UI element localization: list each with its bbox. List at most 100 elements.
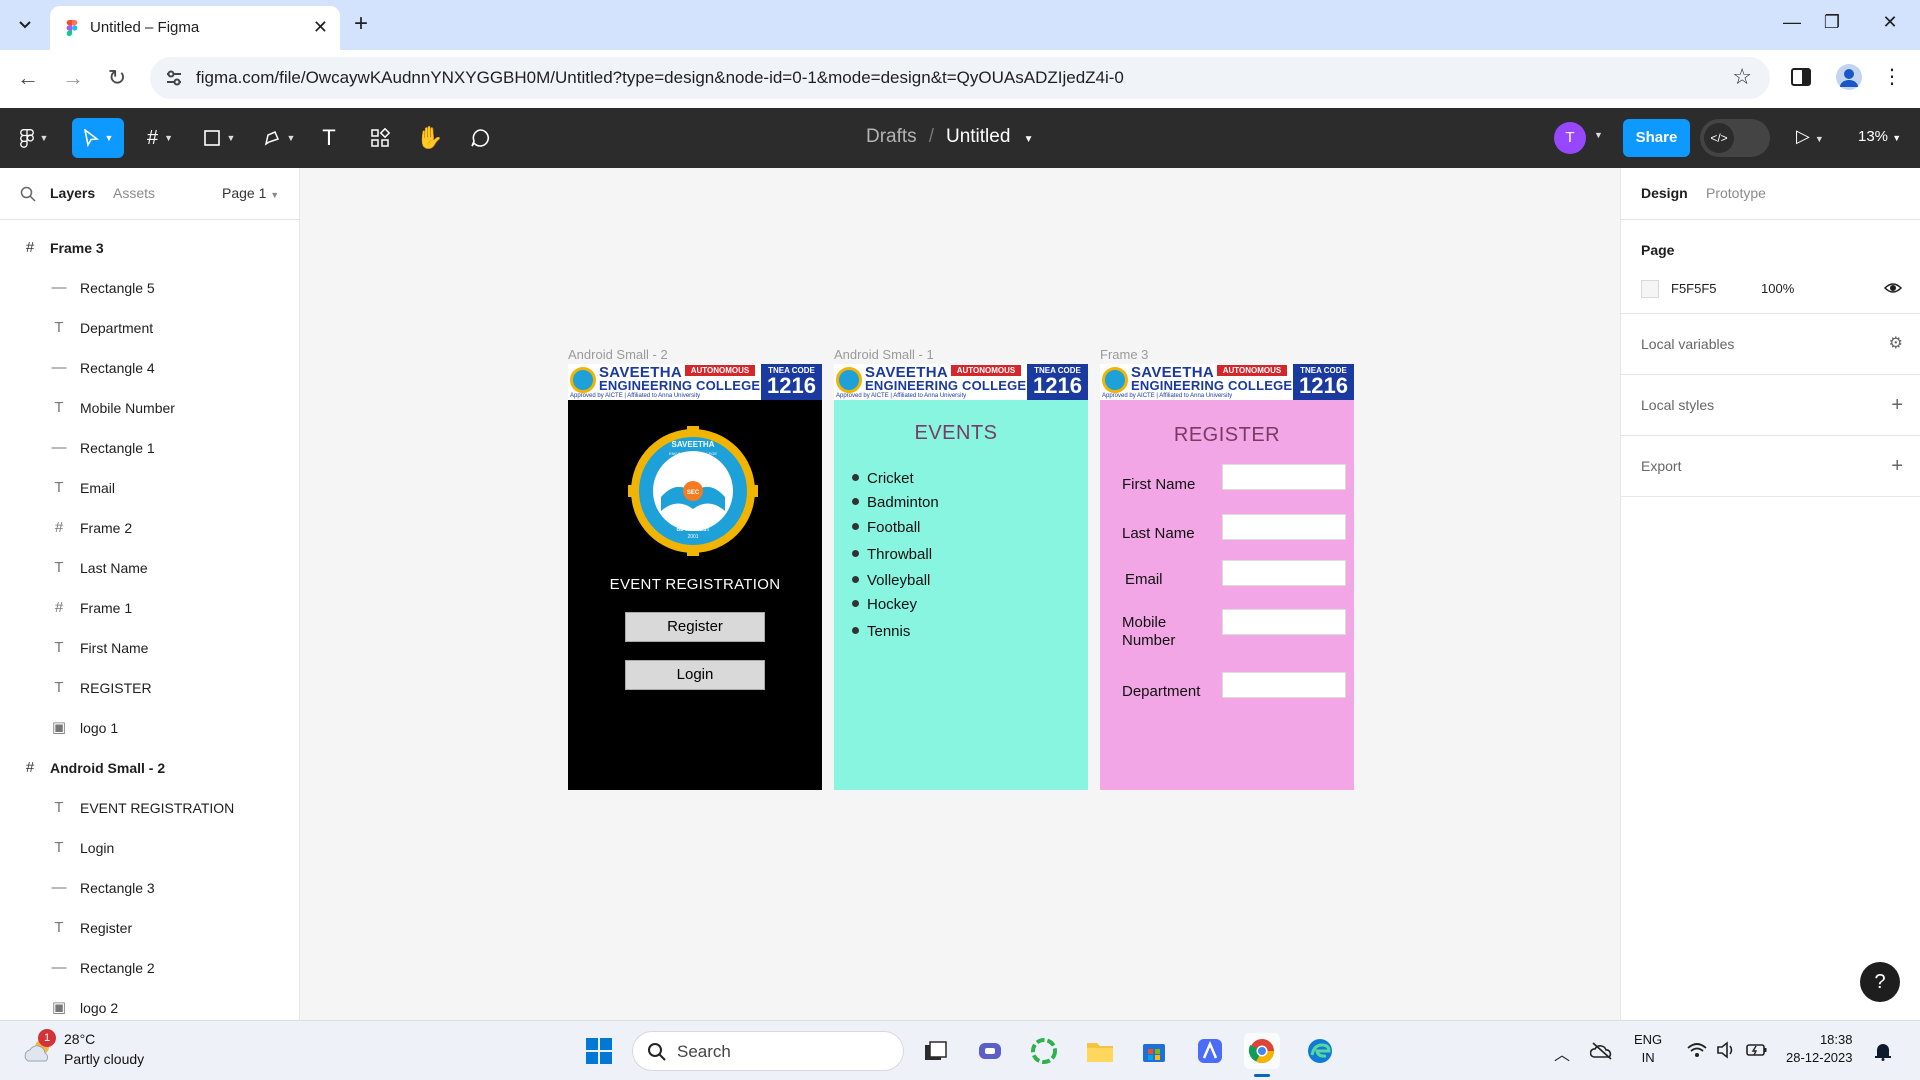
- frame-label-android-small-1[interactable]: Android Small - 1: [834, 347, 934, 362]
- layer-row[interactable]: # Android Small - 2: [0, 748, 299, 788]
- chrome-menu-icon[interactable]: ⋮: [1882, 64, 1902, 90]
- help-button[interactable]: ?: [1860, 962, 1900, 1002]
- windows-start-icon[interactable]: [584, 1036, 614, 1066]
- frame-tool-icon[interactable]: # ▼: [138, 118, 182, 158]
- variables-settings-icon[interactable]: ⚙: [1889, 334, 1903, 354]
- taskbar-search-box[interactable]: Search: [632, 1031, 904, 1071]
- frame-label-android-small-2[interactable]: Android Small - 2: [568, 347, 668, 362]
- layer-row[interactable]: T Mobile Number: [0, 388, 299, 428]
- shape-tool-icon[interactable]: ▼: [196, 118, 242, 158]
- page-select[interactable]: Page 1 ▼: [222, 185, 279, 201]
- layer-row[interactable]: ▣ logo 1: [0, 708, 299, 748]
- share-button[interactable]: Share: [1623, 119, 1690, 157]
- weather-temperature[interactable]: 28°C: [64, 1031, 95, 1047]
- local-styles-section[interactable]: Local styles +: [1621, 375, 1920, 436]
- tab-layers[interactable]: Layers: [50, 185, 95, 201]
- layer-row[interactable]: — Rectangle 1: [0, 428, 299, 468]
- battery-icon[interactable]: [1746, 1041, 1768, 1059]
- green-circle-app-icon[interactable]: [1026, 1033, 1062, 1069]
- back-arrow-icon[interactable]: ←: [15, 65, 41, 91]
- teams-chat-icon[interactable]: [972, 1033, 1008, 1069]
- tab-prototype[interactable]: Prototype: [1706, 185, 1766, 201]
- minimize-icon[interactable]: —: [1780, 12, 1804, 33]
- tab-design[interactable]: Design: [1641, 185, 1688, 201]
- reload-icon[interactable]: ↻: [104, 65, 130, 91]
- form-input-box[interactable]: [1222, 514, 1346, 540]
- url-text[interactable]: figma.com/file/OwcaywKAudnnYNXYGGBH0M/Un…: [196, 68, 1124, 88]
- file-explorer-icon[interactable]: [1082, 1033, 1118, 1069]
- move-tool-icon[interactable]: ▼: [72, 118, 124, 158]
- notification-bell-icon[interactable]: [1874, 1041, 1892, 1061]
- pen-tool-icon[interactable]: ▼: [256, 118, 302, 158]
- zoom-level[interactable]: 13% ▼: [1858, 128, 1901, 145]
- eye-icon[interactable]: [1883, 278, 1903, 298]
- page-color-value[interactable]: F5F5F5: [1671, 281, 1717, 296]
- system-clock[interactable]: 18:38 28-12-2023: [1786, 1031, 1853, 1067]
- profile-avatar-icon[interactable]: [1836, 64, 1862, 90]
- layer-row[interactable]: T EVENT REGISTRATION: [0, 788, 299, 828]
- search-icon[interactable]: [20, 186, 36, 202]
- add-export-plus-icon[interactable]: +: [1891, 456, 1903, 476]
- frame-android-small-1[interactable]: SAVEETHA AUTONOMOUS ENGINEERING COLLEGE …: [834, 364, 1088, 790]
- design-canvas[interactable]: Android Small - 2 Android Small - 1 Fram…: [300, 168, 1620, 1020]
- local-variables-section[interactable]: Local variables ⚙: [1621, 314, 1920, 375]
- layer-row[interactable]: — Rectangle 2: [0, 948, 299, 988]
- volume-icon[interactable]: [1716, 1041, 1736, 1059]
- layer-row[interactable]: T Last Name: [0, 548, 299, 588]
- layer-row[interactable]: — Rectangle 3: [0, 868, 299, 908]
- tab-search-chevron-icon[interactable]: [12, 12, 38, 38]
- export-section[interactable]: Export +: [1621, 436, 1920, 497]
- form-input-box[interactable]: [1222, 464, 1346, 490]
- resources-tool-icon[interactable]: [366, 118, 394, 158]
- layer-row[interactable]: T First Name: [0, 628, 299, 668]
- microsoft-store-icon[interactable]: [1136, 1033, 1172, 1069]
- input-language[interactable]: ENG IN: [1634, 1031, 1662, 1067]
- frame-android-small-2[interactable]: SAVEETHA AUTONOMOUS ENGINEERING COLLEGE …: [568, 364, 822, 790]
- breadcrumb-drafts[interactable]: Drafts: [866, 126, 917, 147]
- login-button[interactable]: Login: [625, 660, 765, 690]
- tab-assets[interactable]: Assets: [113, 185, 155, 201]
- weather-description[interactable]: Partly cloudy: [64, 1051, 144, 1067]
- present-play-icon[interactable]: ▷ ▼: [1796, 126, 1824, 147]
- file-menu-chevron-icon[interactable]: ▼: [1024, 134, 1034, 145]
- layer-row[interactable]: T Register: [0, 908, 299, 948]
- restore-icon[interactable]: ❐: [1820, 12, 1844, 33]
- figma-main-menu-icon[interactable]: ▼: [12, 118, 56, 158]
- layer-row[interactable]: T Login: [0, 828, 299, 868]
- layer-row[interactable]: T Department: [0, 308, 299, 348]
- layer-row[interactable]: ▣ logo 2: [0, 988, 299, 1020]
- text-tool-icon[interactable]: T: [316, 118, 342, 158]
- new-tab-button[interactable]: +: [354, 10, 368, 38]
- page-opacity-value[interactable]: 100%: [1761, 281, 1794, 296]
- register-button[interactable]: Register: [625, 612, 765, 642]
- bookmark-star-icon[interactable]: ☆: [1732, 64, 1752, 90]
- layer-row[interactable]: # Frame 2: [0, 508, 299, 548]
- page-color-swatch[interactable]: [1641, 280, 1659, 298]
- browser-tab-active[interactable]: Untitled – Figma ✕: [50, 6, 340, 50]
- avatar-chevron-icon[interactable]: ▼: [1594, 130, 1603, 140]
- task-view-icon[interactable]: [918, 1033, 954, 1069]
- window-close-icon[interactable]: ✕: [1878, 12, 1902, 33]
- dev-mode-toggle[interactable]: </>: [1700, 119, 1770, 157]
- onedrive-offline-icon[interactable]: [1590, 1041, 1614, 1061]
- forward-arrow-icon[interactable]: →: [60, 65, 86, 91]
- layer-row[interactable]: T Email: [0, 468, 299, 508]
- layer-row[interactable]: # Frame 3: [0, 228, 299, 268]
- form-input-box[interactable]: [1222, 560, 1346, 586]
- form-input-box[interactable]: [1222, 672, 1346, 698]
- add-style-plus-icon[interactable]: +: [1891, 395, 1903, 415]
- address-bar[interactable]: figma.com/file/OwcaywKAudnnYNXYGGBH0M/Un…: [150, 57, 1770, 99]
- tab-close-icon[interactable]: ✕: [313, 17, 328, 38]
- side-panel-icon[interactable]: [1790, 66, 1812, 88]
- wifi-icon[interactable]: [1686, 1041, 1708, 1059]
- layer-row[interactable]: — Rectangle 4: [0, 348, 299, 388]
- comment-tool-icon[interactable]: [466, 118, 494, 158]
- show-hidden-icons-chevron-icon[interactable]: ︿: [1554, 1041, 1570, 1065]
- user-avatar[interactable]: T: [1554, 122, 1586, 154]
- edge-taskbar-icon[interactable]: [1302, 1033, 1338, 1069]
- hand-tool-icon[interactable]: ✋: [416, 118, 444, 158]
- chrome-taskbar-icon[interactable]: [1244, 1033, 1280, 1069]
- layer-row[interactable]: T REGISTER: [0, 668, 299, 708]
- frame-register[interactable]: SAVEETHA AUTONOMOUS ENGINEERING COLLEGE …: [1100, 364, 1354, 790]
- form-input-box[interactable]: [1222, 609, 1346, 635]
